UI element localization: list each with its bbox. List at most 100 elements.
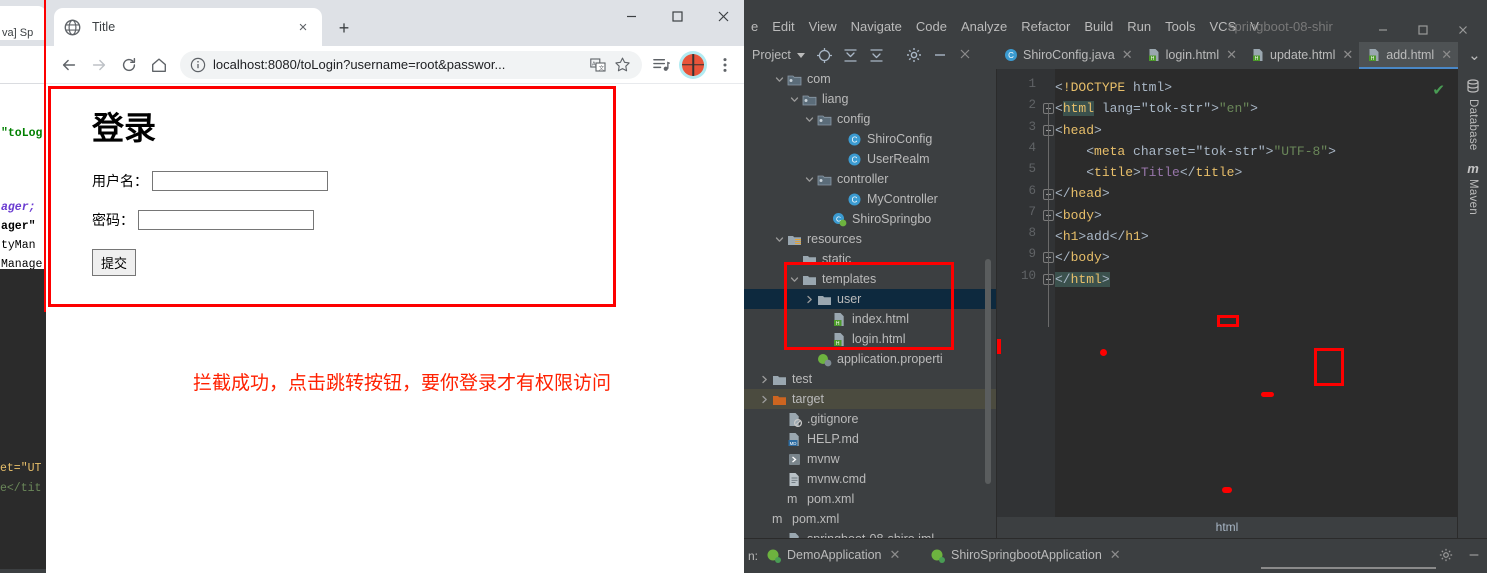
rail-item-database[interactable]: Database [1458,79,1487,151]
idea-close-button[interactable] [1443,18,1483,42]
reload-button[interactable] [114,50,144,80]
code-line[interactable]: </html> [1055,269,1457,290]
close-icon[interactable]: ✕ [1441,48,1452,61]
close-icon[interactable]: × [294,18,312,36]
code-editor[interactable]: 1 2 3 4 5 6 7 8 9 10 <!DOCTYPE html> <html lang="t… [997,69,1457,517]
tree-item-gitignore[interactable]: .gitignore [744,409,996,429]
chevron-down-icon[interactable] [789,94,800,105]
hide-icon[interactable] [1467,548,1481,565]
info-circle-icon[interactable] [190,57,206,73]
reading-list-icon[interactable] [648,52,674,78]
chevron-down-icon[interactable] [789,274,800,285]
menu-item-build[interactable]: Build [1077,19,1120,34]
code-line[interactable]: <!DOCTYPE html> [1055,77,1457,98]
inspection-ok-icon[interactable]: ✔ [1432,81,1445,99]
menu-item-tools[interactable]: Tools [1158,19,1202,34]
run-tab-shirospringbootapplication[interactable]: ShiroSpringbootApplication ✕ [930,547,1121,563]
tab-overflow-button[interactable]: ⌄ [1458,42,1487,69]
back-button[interactable] [54,50,84,80]
tree-item-user[interactable]: user [744,289,996,309]
address-bar[interactable]: localhost:8080/toLogin?username=root&pas… [180,50,642,79]
gear-icon[interactable] [906,47,923,64]
tree-item-shiroconfig[interactable]: C ShiroConfig [744,129,996,149]
tab-login-html[interactable]: H login.html ✕ [1139,42,1243,69]
chevron-right-icon[interactable] [804,294,815,305]
code-line[interactable]: <body> [1055,205,1457,226]
code-line[interactable]: <h1>add</h1> [1055,226,1457,247]
expand-all-icon[interactable] [868,47,885,64]
menu-item-navigate[interactable]: Navigate [844,19,909,34]
tree-item-resources[interactable]: resources [744,229,996,249]
maximize-button[interactable] [654,0,700,32]
menu-item-run[interactable]: Run [1120,19,1158,34]
code-line[interactable]: <title>Title</title> [1055,162,1457,183]
code-text[interactable]: <!DOCTYPE html> <html lang="tok-str">"en"… [1055,69,1457,517]
close-icon[interactable]: ✕ [1226,48,1237,61]
gear-icon[interactable] [1439,548,1453,565]
run-tab-demoapplication[interactable]: DemoApplication ✕ [766,547,900,563]
chevron-down-icon[interactable] [804,114,815,125]
tree-item-index-html[interactable]: Hindex.html [744,309,996,329]
tree-item-application-properti[interactable]: application.properti [744,349,996,369]
tree-scrollbar[interactable] [985,259,991,484]
close-icon[interactable]: ✕ [1110,547,1121,563]
three-dots-icon[interactable] [712,52,738,78]
tree-item-liang[interactable]: liang [744,89,996,109]
breadcrumb[interactable]: html [997,517,1457,538]
tree-item-static[interactable]: static [744,249,996,269]
close-icon[interactable]: ✕ [1342,48,1353,61]
collapse-all-icon[interactable] [842,47,859,64]
minimize-button[interactable] [608,0,654,32]
tree-item-com[interactable]: com [744,69,996,89]
home-button[interactable] [144,50,174,80]
basketball-avatar-icon[interactable] [682,53,704,76]
editor-fold-column[interactable] [1042,69,1055,517]
menu-item-file[interactable]: e [744,19,765,34]
tree-item-help-md[interactable]: MD HELP.md [744,429,996,449]
tree-item-springboot-08-shiro-iml[interactable]: springboot-08-shiro.iml [744,529,996,538]
chevron-down-icon[interactable] [774,74,785,85]
menu-item-edit[interactable]: Edit [765,19,801,34]
menu-item-refactor[interactable]: Refactor [1014,19,1077,34]
locate-icon[interactable] [816,47,833,64]
translate-icon[interactable]: A文 [588,55,608,75]
tab-add-html[interactable]: H add.html ✕ [1359,42,1459,69]
tab-update-html[interactable]: H update.html ✕ [1243,42,1359,69]
chevron-down-icon[interactable] [774,234,785,245]
new-tab-button[interactable]: + [332,16,356,40]
idea-maximize-button[interactable] [1403,18,1443,42]
username-input[interactable] [152,171,328,191]
tree-item-target[interactable]: target [744,389,996,409]
tree-item-controller[interactable]: controller [744,169,996,189]
project-panel-label[interactable]: Project [752,48,791,62]
project-tree-panel[interactable]: com liang config C ShiroConfig C UserRealm cont… [744,69,996,538]
tree-item-userrealm[interactable]: C UserRealm [744,149,996,169]
close-icon[interactable]: ✕ [890,547,901,563]
tree-item-test[interactable]: test [744,369,996,389]
code-line[interactable]: <html lang="tok-str">"en"> [1055,98,1457,119]
tree-item-login-html[interactable]: Hlogin.html [744,329,996,349]
chevron-right-icon[interactable] [759,374,770,385]
tab-shiroconfig-java[interactable]: C ShiroConfig.java ✕ [996,42,1139,69]
tree-item-mvnw[interactable]: mvnw [744,449,996,469]
close-panel-icon[interactable] [958,47,975,64]
tree-item-shirospringbo[interactable]: C ShiroSpringbo [744,209,996,229]
code-line[interactable]: </head> [1055,183,1457,204]
tree-item-mycontroller[interactable]: C MyController [744,189,996,209]
password-input[interactable] [138,210,314,230]
tree-item-mvnw-cmd[interactable]: mvnw.cmd [744,469,996,489]
code-line[interactable]: <head> [1055,120,1457,141]
menu-item-code[interactable]: Code [909,19,954,34]
submit-button[interactable]: 提交 [92,249,137,276]
browser-tab[interactable]: Title × [54,8,322,46]
background-tab[interactable]: va] Sp [0,6,46,40]
hide-panel-icon[interactable] [932,47,949,64]
close-button[interactable] [700,0,746,32]
tree-item-pom-xml[interactable]: m pom.xml [744,509,996,529]
forward-button[interactable] [84,50,114,80]
tree-item-templates[interactable]: templates [744,269,996,289]
menu-item-analyze[interactable]: Analyze [954,19,1014,34]
chevron-right-icon[interactable] [759,394,770,405]
star-icon[interactable] [612,55,632,75]
chevron-down-icon[interactable] [804,174,815,185]
